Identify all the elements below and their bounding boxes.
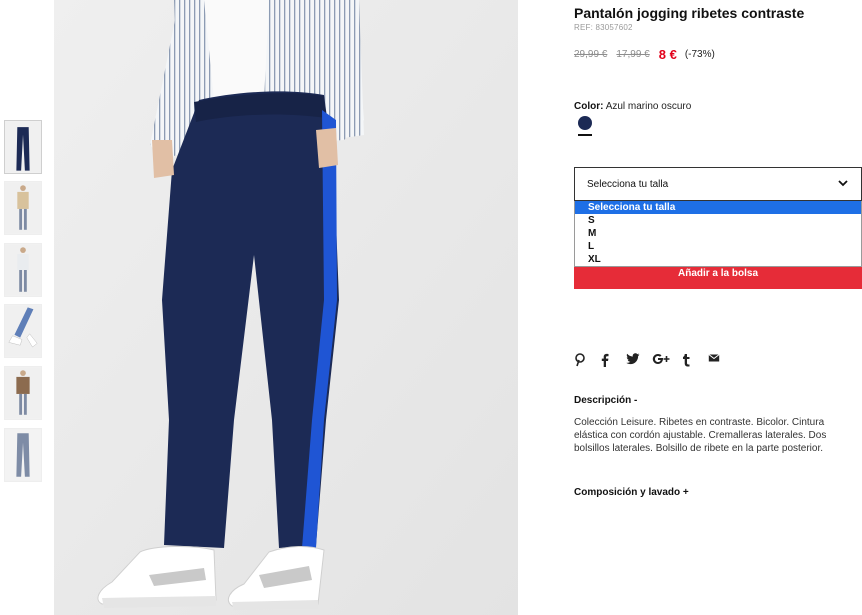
chevron-down-icon [838, 180, 848, 187]
current-price: 8 € [658, 46, 677, 62]
size-option-xl[interactable]: XL [575, 253, 861, 266]
size-option-m[interactable]: M [575, 227, 861, 240]
size-option-placeholder[interactable]: Selecciona tu talla [575, 201, 861, 214]
original-price: 29,99 € [574, 48, 608, 60]
color-label: Color: [574, 101, 604, 112]
thumbnail-full-outfit-white[interactable] [4, 243, 42, 297]
product-reference: REF: 83057602 [574, 23, 633, 32]
facebook-icon[interactable] [600, 353, 616, 367]
thumbnail-full-outfit-beige[interactable] [4, 181, 42, 235]
thumbnail-shoes-detail[interactable] [4, 304, 42, 358]
color-swatch-navy[interactable] [578, 116, 592, 130]
product-title: Pantalón jogging ribetes contraste [574, 5, 805, 21]
size-options-list: Selecciona tu talla S M L XL [574, 201, 862, 267]
thumbnail-outfit-jacket[interactable] [4, 366, 42, 420]
color-value: Azul marino oscuro [605, 101, 692, 112]
add-to-bag-button[interactable]: Añadir a la bolsa [574, 267, 862, 289]
selected-swatch-indicator [578, 134, 592, 136]
product-main-image [54, 0, 518, 615]
size-select-value: Selecciona tu talla [587, 179, 669, 190]
pinterest-icon[interactable] [574, 353, 590, 367]
color-label-row: Color: Azul marino oscuro [574, 101, 691, 112]
tumblr-icon[interactable] [682, 353, 698, 367]
thumbnail-front-detail[interactable] [4, 120, 42, 174]
discount-badge: (-73%) [684, 48, 715, 60]
size-option-s[interactable]: S [575, 214, 861, 227]
composition-toggle[interactable]: Composición y lavado + [574, 487, 689, 498]
thumbnail-column [0, 0, 52, 615]
share-icons-row [574, 353, 724, 367]
price-row: 29,99 € 17,99 € 8 € (-73%) [574, 46, 715, 62]
description-toggle[interactable]: Descripción - [574, 395, 637, 406]
google-plus-icon[interactable] [652, 353, 672, 367]
previous-price: 17,99 € [616, 48, 650, 60]
thumbnail-flat-lay[interactable] [4, 428, 42, 482]
email-icon[interactable] [708, 353, 724, 367]
description-text: Colección Leisure. Ribetes en contraste.… [574, 417, 827, 454]
size-option-l[interactable]: L [575, 240, 861, 253]
size-select[interactable]: Selecciona tu talla [574, 167, 862, 201]
twitter-icon[interactable] [626, 353, 642, 367]
